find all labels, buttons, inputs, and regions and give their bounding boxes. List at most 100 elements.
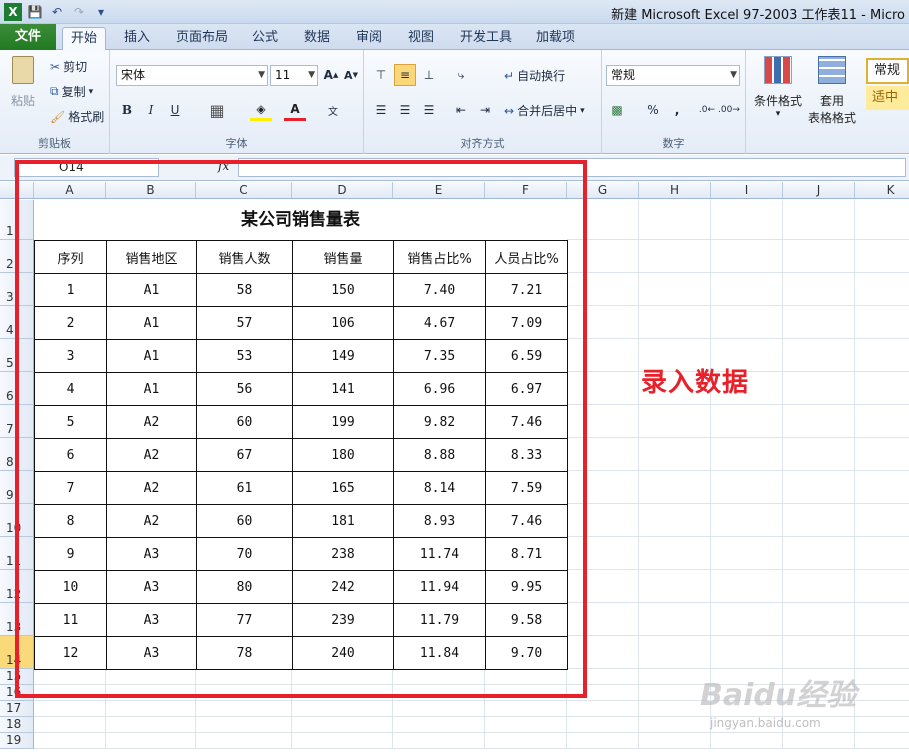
excel-logo-icon[interactable]: X xyxy=(4,3,22,21)
grid-cell[interactable] xyxy=(196,701,292,717)
bold-button[interactable]: B xyxy=(116,99,138,121)
grid-cell[interactable] xyxy=(855,273,909,306)
fill-color-icon[interactable]: ◈ xyxy=(250,99,272,121)
tab-addins[interactable]: 加载项 xyxy=(528,27,583,50)
orientation-icon[interactable]: ⤷ xyxy=(450,64,472,86)
increase-indent-icon[interactable]: ⇥ xyxy=(474,99,496,121)
grid-cell[interactable] xyxy=(711,570,783,603)
grid-cell[interactable] xyxy=(639,438,711,471)
grid-cell[interactable] xyxy=(639,405,711,438)
row-header-17[interactable]: 17 xyxy=(0,701,34,717)
grid-cell[interactable] xyxy=(639,537,711,570)
tab-formulas[interactable]: 公式 xyxy=(244,27,286,50)
grid-cell[interactable] xyxy=(783,504,855,537)
grid-cell[interactable] xyxy=(393,717,485,733)
grid-cell[interactable] xyxy=(711,306,783,339)
column-header-j[interactable]: J xyxy=(783,182,855,199)
grid-cell[interactable] xyxy=(783,471,855,504)
align-middle-icon[interactable]: ≡ xyxy=(394,64,416,86)
style-normal[interactable]: 常规 xyxy=(866,58,909,84)
grid-cell[interactable] xyxy=(639,273,711,306)
underline-button[interactable]: U xyxy=(164,99,186,121)
format-as-table-button[interactable]: 套用 表格格式 xyxy=(804,56,860,126)
align-right-icon[interactable]: ☰ xyxy=(418,99,440,121)
style-neutral[interactable]: 适中 xyxy=(866,86,909,110)
shrink-font-icon[interactable]: A ▼ xyxy=(340,64,362,86)
percent-button[interactable]: % xyxy=(642,99,664,121)
tab-file[interactable]: 文件 xyxy=(0,24,56,50)
grid-cell[interactable] xyxy=(639,636,711,669)
align-bottom-icon[interactable]: ⊥ xyxy=(418,64,440,86)
font-color-icon[interactable]: A xyxy=(284,99,306,121)
decrease-decimal-icon[interactable]: .00→ xyxy=(718,99,740,121)
merge-center-button[interactable]: ↔ 合并后居中 ▾ xyxy=(504,102,585,119)
grid-cell[interactable] xyxy=(292,717,393,733)
grid-cell[interactable] xyxy=(639,240,711,273)
row-header-18[interactable]: 18 xyxy=(0,717,34,733)
grid-cell[interactable] xyxy=(639,733,711,749)
grid-cell[interactable] xyxy=(855,240,909,273)
italic-button[interactable]: I xyxy=(140,99,162,121)
grid-cell[interactable] xyxy=(855,701,909,717)
grid-cell[interactable] xyxy=(711,438,783,471)
grid-cell[interactable] xyxy=(196,733,292,749)
grid-cell[interactable] xyxy=(711,636,783,669)
align-top-icon[interactable]: ⊤ xyxy=(370,64,392,86)
grid-cell[interactable] xyxy=(855,504,909,537)
grid-cell[interactable] xyxy=(292,701,393,717)
grid-cell[interactable] xyxy=(783,200,855,240)
grid-cell[interactable] xyxy=(567,733,639,749)
align-center-icon[interactable]: ☰ xyxy=(394,99,416,121)
undo-icon[interactable]: ↶ xyxy=(48,3,66,21)
grow-font-icon[interactable]: A ▲ xyxy=(320,64,342,86)
grid-cell[interactable] xyxy=(292,733,393,749)
grid-cell[interactable] xyxy=(711,504,783,537)
grid-cell[interactable] xyxy=(639,504,711,537)
paste-button[interactable]: 粘贴 xyxy=(6,56,40,116)
grid-cell[interactable] xyxy=(34,701,106,717)
grid-cell[interactable] xyxy=(855,717,909,733)
grid-cell[interactable] xyxy=(855,372,909,405)
grid-cell[interactable] xyxy=(783,603,855,636)
grid-cell[interactable] xyxy=(485,701,567,717)
grid-cell[interactable] xyxy=(855,636,909,669)
grid-cell[interactable] xyxy=(855,471,909,504)
grid-cell[interactable] xyxy=(34,717,106,733)
grid-cell[interactable] xyxy=(196,717,292,733)
grid-cell[interactable] xyxy=(855,733,909,749)
save-icon[interactable]: 💾 xyxy=(26,3,44,21)
align-left-icon[interactable]: ☰ xyxy=(370,99,392,121)
grid-cell[interactable] xyxy=(106,717,196,733)
conditional-formatting-button[interactable]: 条件格式 ▾ xyxy=(750,56,806,119)
grid-cell[interactable] xyxy=(783,405,855,438)
grid-cell[interactable] xyxy=(639,717,711,733)
grid-cell[interactable] xyxy=(711,240,783,273)
grid-cell[interactable] xyxy=(711,603,783,636)
tab-insert[interactable]: 插入 xyxy=(116,27,158,50)
grid-cell[interactable] xyxy=(855,685,909,701)
column-header-h[interactable]: H xyxy=(639,182,711,199)
grid-cell[interactable] xyxy=(855,603,909,636)
font-size-combo[interactable]: 11 ▼ xyxy=(270,65,318,86)
grid-cell[interactable] xyxy=(106,733,196,749)
increase-decimal-icon[interactable]: .0← xyxy=(696,99,718,121)
grid-cell[interactable] xyxy=(567,717,639,733)
grid-cell[interactable] xyxy=(783,273,855,306)
grid-cell[interactable] xyxy=(34,733,106,749)
grid-cell[interactable] xyxy=(783,537,855,570)
grid-cell[interactable] xyxy=(393,701,485,717)
grid-cell[interactable] xyxy=(393,733,485,749)
row-header-19[interactable]: 19 xyxy=(0,733,34,749)
tab-home[interactable]: 开始 xyxy=(62,27,107,50)
grid-cell[interactable] xyxy=(783,306,855,339)
grid-cell[interactable] xyxy=(783,438,855,471)
grid-cell[interactable] xyxy=(639,570,711,603)
tab-data[interactable]: 数据 xyxy=(296,27,338,50)
borders-icon[interactable]: ▦ xyxy=(206,99,228,121)
number-format-combo[interactable]: 常规 ▼ xyxy=(606,65,740,86)
grid-cell[interactable] xyxy=(639,306,711,339)
decrease-indent-icon[interactable]: ⇤ xyxy=(450,99,472,121)
redo-icon[interactable]: ↷ xyxy=(70,3,88,21)
tab-review[interactable]: 审阅 xyxy=(348,27,390,50)
grid-cell[interactable] xyxy=(855,570,909,603)
